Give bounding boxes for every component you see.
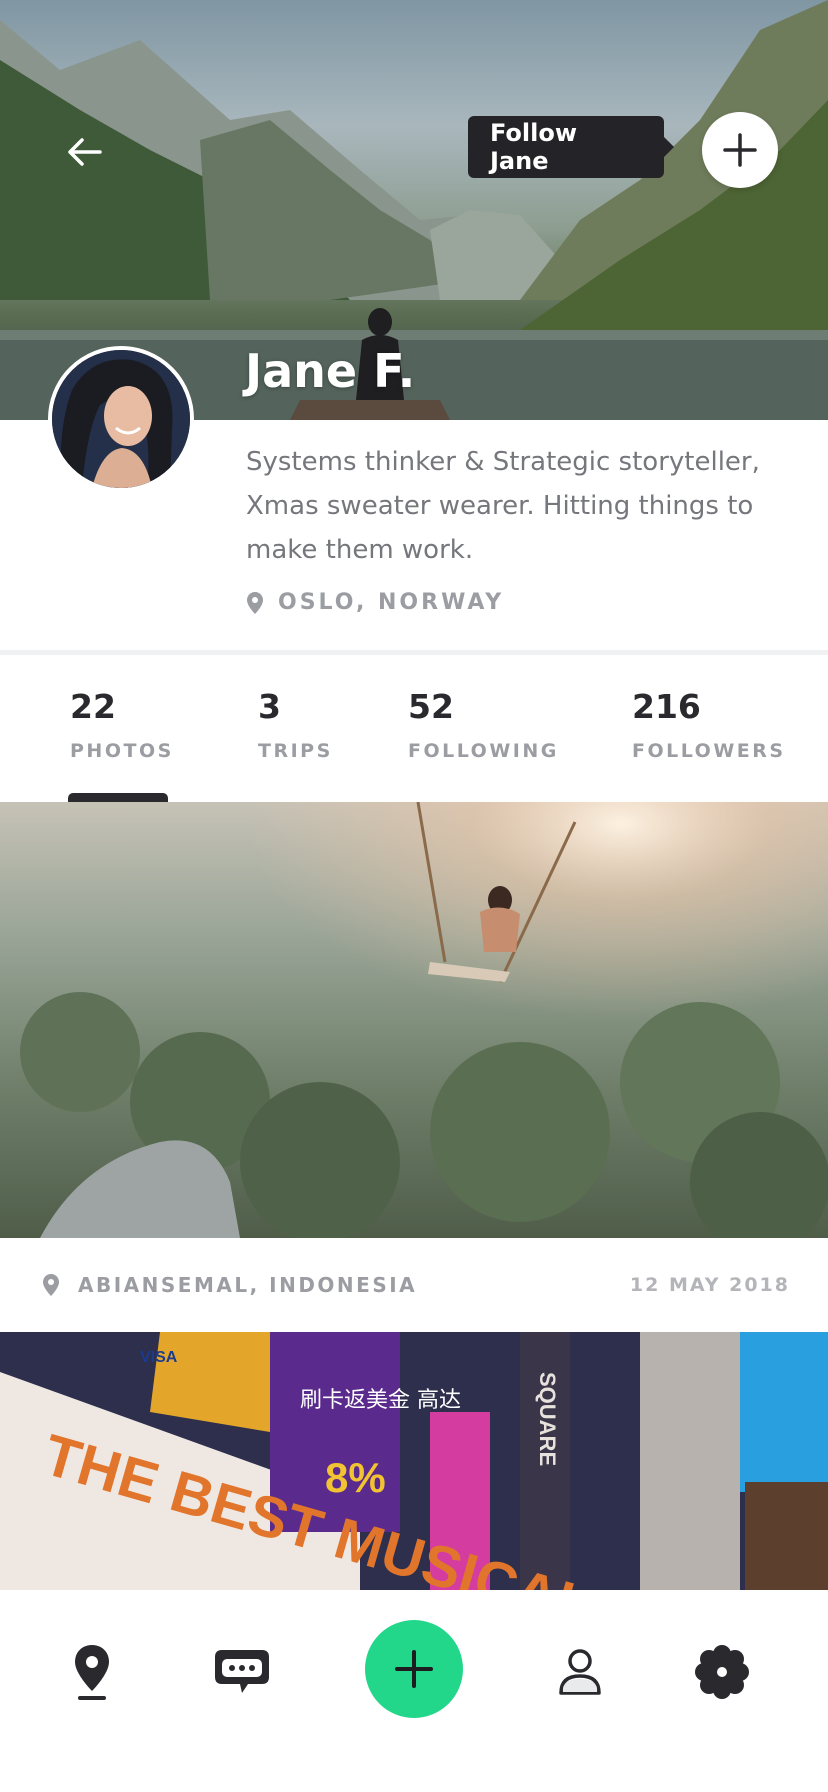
feed-photo[interactable]: THE BEST MUSICAL OF THIS 8% 刷卡返美金 高达 VIS… [0, 1332, 828, 1590]
bottom-tab-bar [0, 1590, 828, 1792]
jungle-swing-illustration [0, 802, 828, 1238]
profile-location-label: OSLO, NORWAY [278, 590, 505, 615]
user-icon [559, 1649, 601, 1695]
stat-label: FOLLOWING [408, 740, 559, 762]
billboard-percent: 8% [325, 1454, 386, 1501]
map-pin-icon [75, 1645, 109, 1700]
stats-bar: 22 PHOTOS 3 TRIPS 52 FOLLOWING 216 FOLLO… [0, 655, 828, 802]
back-button[interactable] [60, 128, 108, 176]
tab-messages[interactable] [202, 1632, 282, 1712]
follow-tooltip-text: Follow Jane [490, 119, 578, 175]
settings-flower-icon [695, 1645, 749, 1699]
stat-value: 216 [632, 687, 701, 726]
photo-caption: ABIANSEMAL, INDONESIA 12 MAY 2018 [0, 1238, 828, 1332]
stat-value: 22 [70, 687, 116, 726]
profile-name: Jane F. [245, 344, 416, 398]
stat-value: 3 [258, 687, 281, 726]
plus-icon [723, 133, 757, 167]
active-stat-indicator [68, 793, 168, 802]
tab-settings[interactable] [682, 1632, 762, 1712]
tab-map[interactable] [52, 1632, 132, 1712]
photo-location-label: ABIANSEMAL, INDONESIA [78, 1273, 418, 1297]
stat-photos[interactable]: 22 PHOTOS [70, 687, 174, 762]
profile-location: OSLO, NORWAY [246, 590, 504, 615]
stat-followers[interactable]: 216 FOLLOWERS [632, 687, 786, 762]
square-sign: SQUARE [535, 1372, 560, 1466]
map-pin-icon [43, 1274, 59, 1296]
profile-bio: Systems thinker & Strategic storyteller,… [246, 447, 760, 565]
times-square-illustration: THE BEST MUSICAL OF THIS 8% 刷卡返美金 高达 VIS… [0, 1332, 828, 1590]
arrow-left-icon [68, 138, 102, 166]
feed-photo[interactable] [0, 802, 828, 1238]
map-pin-icon [247, 591, 263, 614]
add-icon [395, 1650, 433, 1688]
photo-date: 12 MAY 2018 [629, 1274, 790, 1296]
stat-following[interactable]: 52 FOLLOWING [408, 687, 559, 762]
follow-tooltip: Follow Jane [468, 116, 674, 178]
stat-label: TRIPS [258, 740, 333, 762]
add-button[interactable] [365, 1620, 463, 1718]
chat-icon [215, 1650, 269, 1693]
billboard-chinese: 刷卡返美金 高达 [300, 1388, 461, 1413]
avatar-portrait [52, 350, 190, 488]
visa-sign: VISA [140, 1349, 178, 1366]
stat-label: FOLLOWERS [632, 740, 786, 762]
stat-value: 52 [408, 687, 454, 726]
stat-trips[interactable]: 3 TRIPS [258, 687, 333, 762]
follow-button[interactable] [702, 112, 778, 188]
avatar[interactable] [48, 346, 194, 492]
stat-label: PHOTOS [70, 740, 174, 762]
tab-profile[interactable] [540, 1632, 620, 1712]
photo-location: ABIANSEMAL, INDONESIA [42, 1273, 417, 1297]
